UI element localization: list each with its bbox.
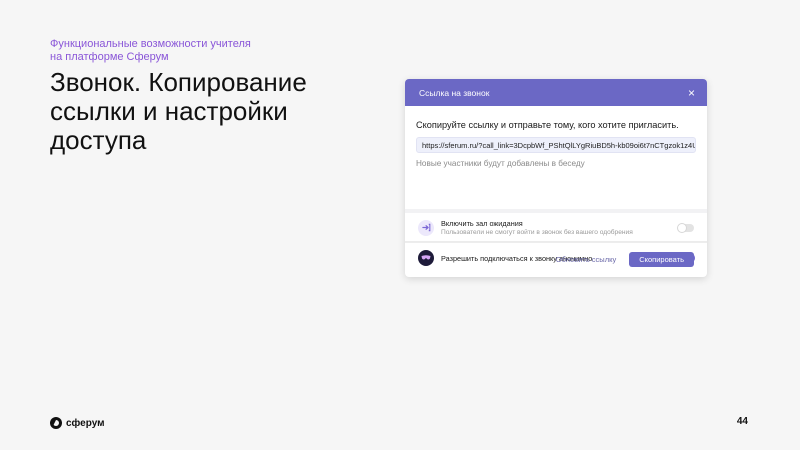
slide-title: Звонок. Копирование ссылки и настройки д… (50, 67, 307, 155)
call-link-dialog: Ссылка на звонок × Скопируйте ссылку и о… (405, 79, 707, 277)
waiting-room-hint: Пользователи не смогут войти в звонок бе… (441, 228, 633, 236)
refresh-link-button[interactable]: Обновить ссылку (556, 255, 616, 264)
page-number: 44 (736, 416, 748, 427)
instruction-text: Скопируйте ссылку и отправьте тому, кого… (416, 120, 679, 130)
logo-text: сферум (66, 417, 105, 429)
toggle-knob (677, 222, 687, 233)
waiting-room-toggle[interactable] (677, 222, 694, 233)
waiting-room-label: Включить зал ожидания (441, 218, 523, 228)
call-link-field[interactable]: https://sferum.ru/?call_link=3DcpbWf_PSh… (416, 137, 696, 153)
enter-icon (418, 219, 434, 236)
dialog-title: Ссылка на звонок (419, 87, 490, 98)
link-section: Скопируйте ссылку и отправьте тому, кого… (405, 106, 707, 209)
setting-waiting-room: Включить зал ожидания Пользователи не см… (405, 213, 707, 243)
close-icon[interactable]: × (688, 87, 695, 99)
copy-button[interactable]: Скопировать (629, 252, 694, 267)
dialog-footer: Обновить ссылку Скопировать (405, 241, 707, 277)
dialog-header: Ссылка на звонок × (405, 79, 707, 106)
sferum-logo-icon (50, 417, 62, 429)
slide-subtitle: Функциональные возможности учителя на пл… (50, 38, 251, 63)
sferum-logo: сферум (50, 417, 105, 429)
participants-note: Новые участники будут добавлены в беседу (416, 159, 585, 168)
